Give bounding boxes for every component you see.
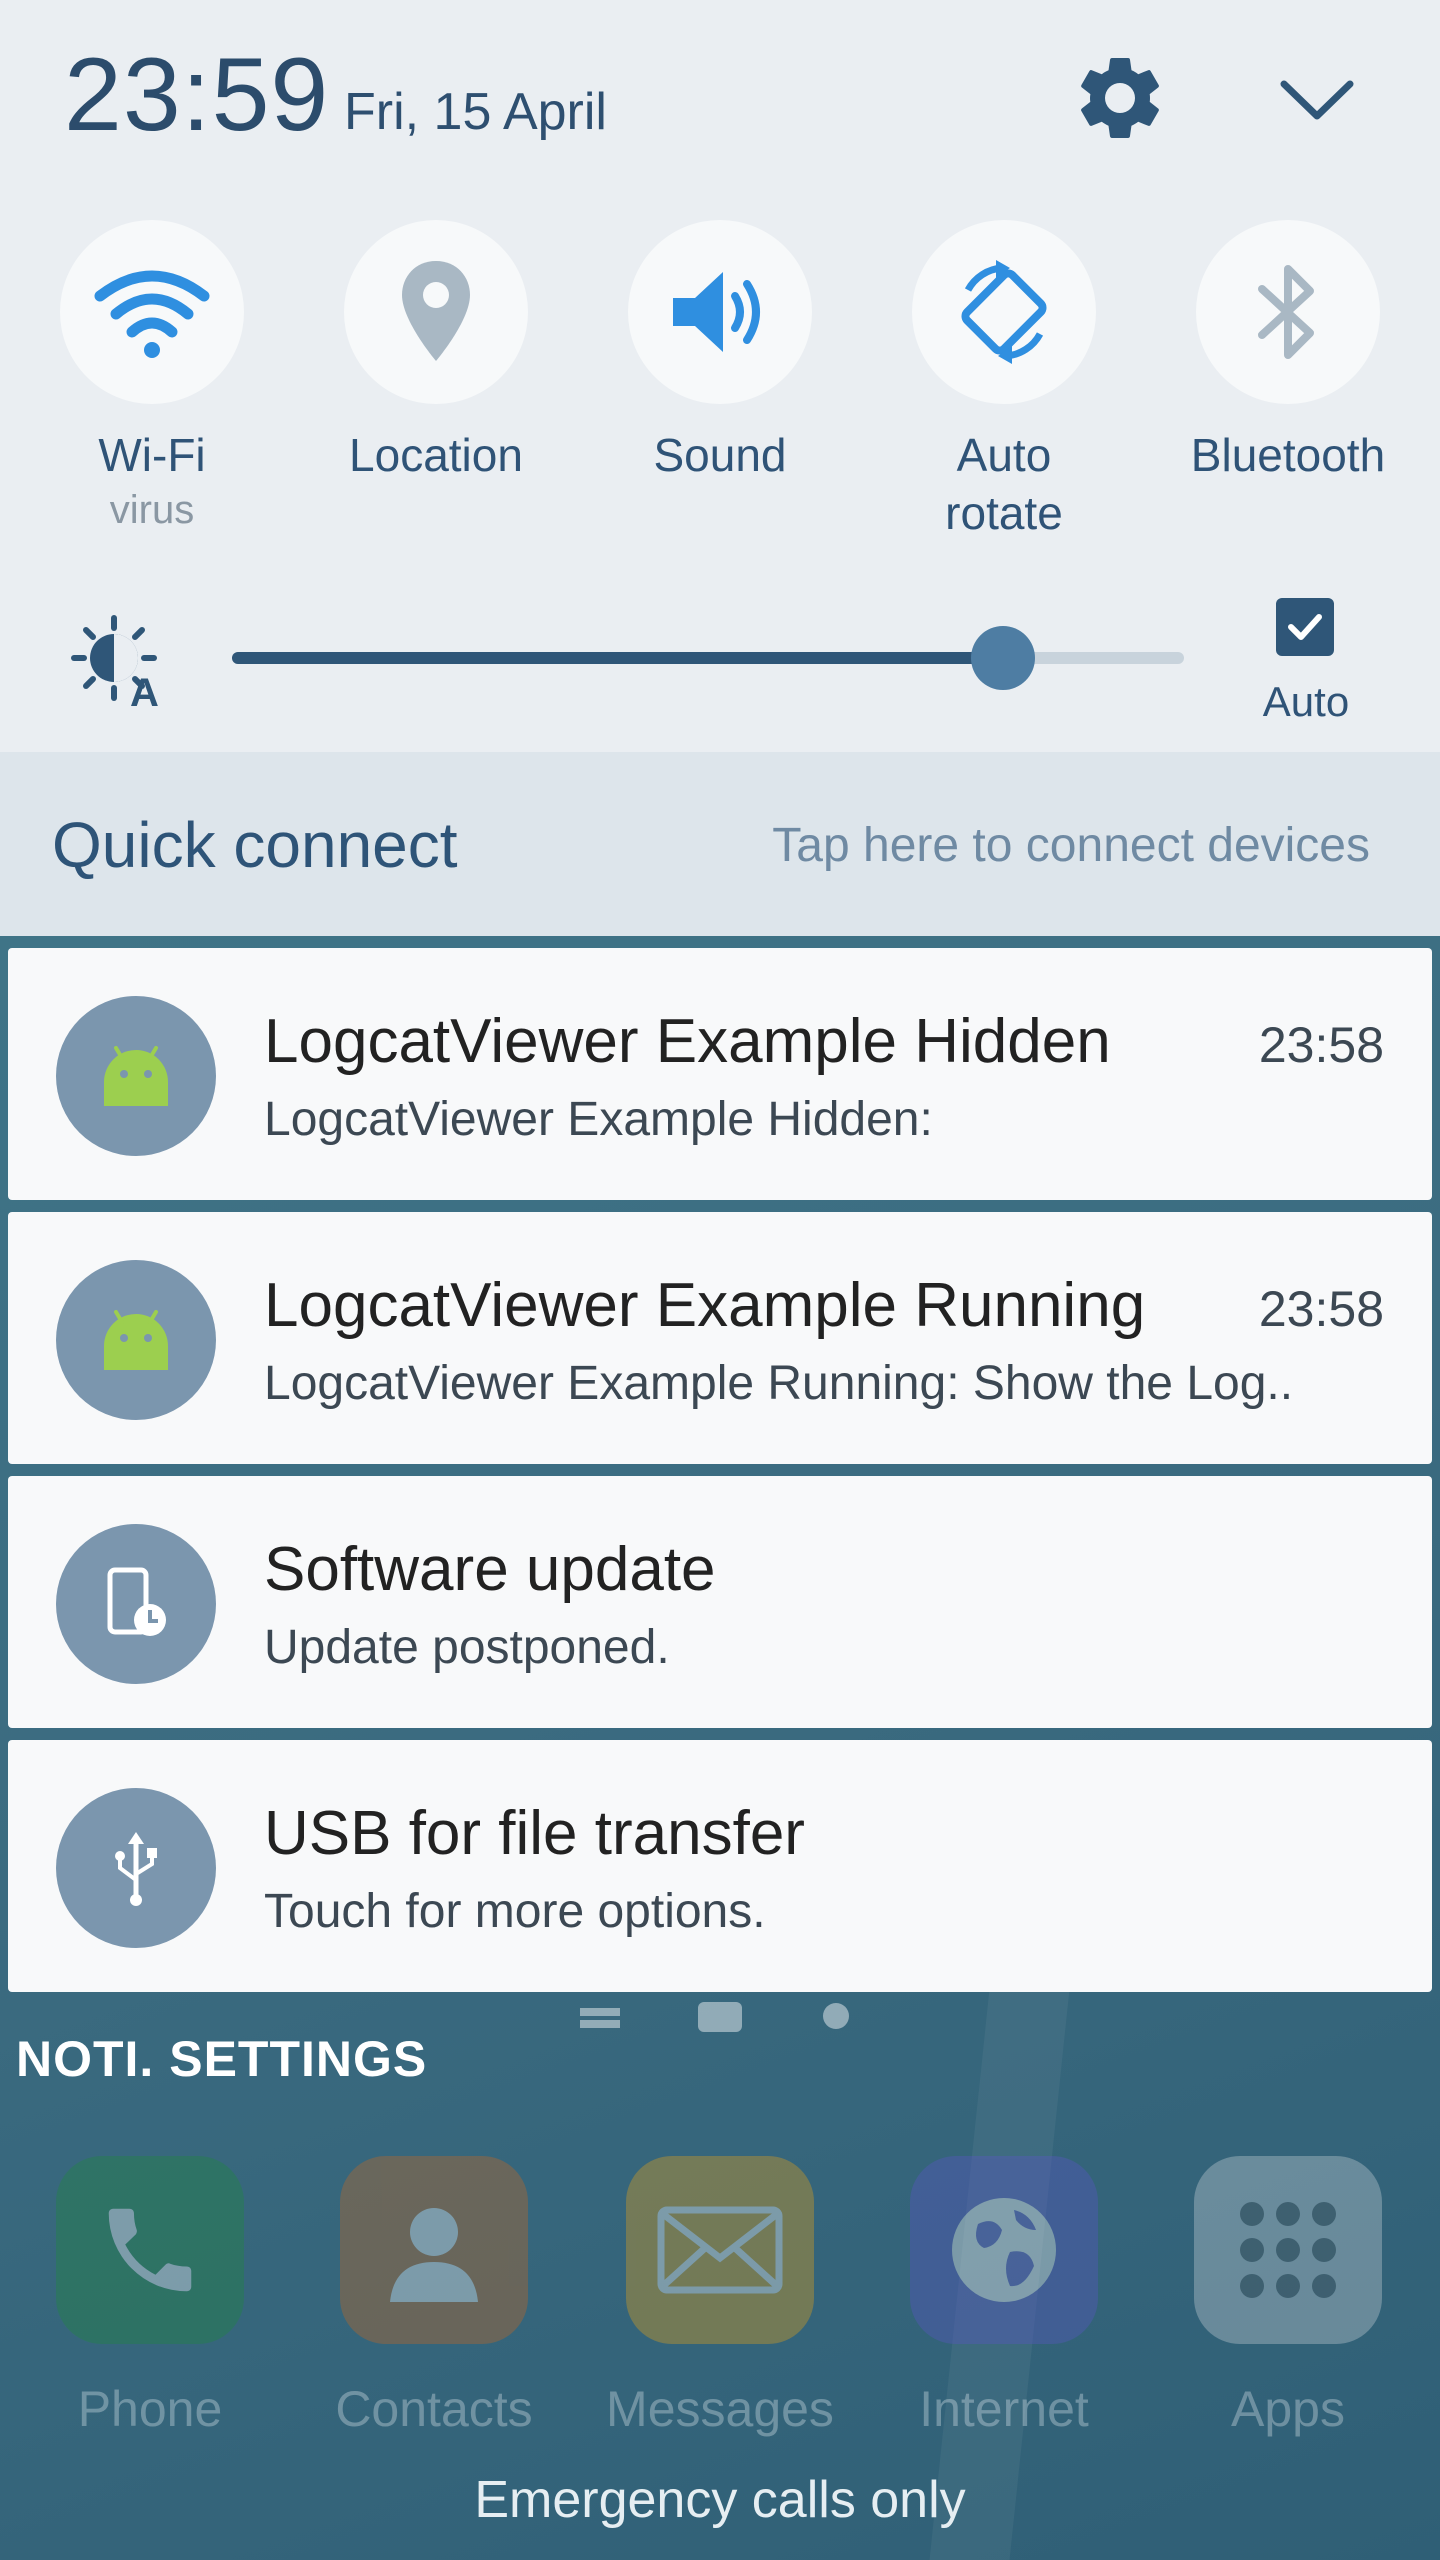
contacts-app-tile[interactable]: [340, 2156, 528, 2344]
dock-app-contacts[interactable]: Contacts: [292, 2156, 576, 2438]
software-update-icon: [107, 1567, 166, 1636]
notification-app-icon: [56, 996, 216, 1156]
toggle-bluetooth-label: Bluetooth: [1190, 429, 1386, 481]
bluetooth-icon: [1258, 265, 1314, 359]
notification-text: Update postponed.: [264, 1621, 670, 1674]
usb-icon: [115, 1832, 157, 1906]
brightness-slider[interactable]: [232, 626, 1184, 690]
toggle-sound-label: Sound: [653, 429, 787, 481]
toggle-auto-rotate[interactable]: Auto rotate: [874, 220, 1134, 542]
quick-connect-bar[interactable]: Quick connect Tap here to connect device…: [0, 752, 1440, 936]
dock-app-label: Contacts: [335, 2381, 533, 2437]
gear-icon: [1081, 57, 1159, 138]
messages-icon: [657, 2206, 783, 2294]
toggle-wifi-label: Wi-Fi: [98, 429, 206, 481]
dock-app-label: Messages: [606, 2381, 834, 2437]
notification-title: Software update: [264, 1535, 716, 1604]
notification-item[interactable]: LogcatViewer Example Running LogcatViewe…: [8, 1212, 1432, 1464]
dock-app-internet[interactable]: Internet: [862, 2156, 1146, 2438]
home-page-indicators: [580, 1996, 870, 2036]
phone-icon: [108, 2208, 192, 2292]
brightness-slider-thumb[interactable]: [971, 626, 1036, 690]
dock-app-phone[interactable]: Phone: [8, 2156, 292, 2438]
clock: 23:59: [64, 37, 330, 153]
sound-icon: [673, 272, 760, 352]
notification-settings-button[interactable]: NOTI. SETTINGS: [16, 2030, 427, 2088]
emergency-calls-status: Emergency calls only: [474, 2471, 966, 2529]
apps-app-tile[interactable]: [1194, 2156, 1382, 2344]
toggle-location-label: Location: [349, 429, 523, 481]
toggle-bluetooth[interactable]: Bluetooth: [1158, 220, 1418, 484]
notification-panel-header: 23:59 Fri, 15 April Wi-Fi virus Location…: [0, 0, 1440, 752]
auto-brightness-checkbox[interactable]: [1276, 598, 1334, 656]
toggle-wifi-button[interactable]: [60, 220, 244, 404]
android-icon: [104, 1310, 168, 1370]
toggle-sound-button[interactable]: [628, 220, 812, 404]
quick-connect-title: Quick connect: [52, 809, 458, 881]
toggle-bluetooth-button[interactable]: [1196, 220, 1380, 404]
toggle-location-button[interactable]: [344, 220, 528, 404]
internet-app-tile[interactable]: [910, 2156, 1098, 2344]
notification-item[interactable]: USB for file transfer Touch for more opt…: [8, 1740, 1432, 1992]
quick-connect-hint: Tap here to connect devices: [772, 819, 1370, 872]
brightness-slider-fill: [232, 652, 1004, 664]
notification-time: 23:58: [1258, 1281, 1384, 1337]
notification-app-icon: [56, 1788, 216, 1948]
phone-app-tile[interactable]: [56, 2156, 244, 2344]
chevron-down-icon: [1280, 80, 1354, 120]
notification-title: LogcatViewer Example Hidden: [264, 1007, 1111, 1076]
collapse-panel-button[interactable]: [1262, 50, 1372, 150]
notification-app-icon: [56, 1524, 216, 1684]
contacts-icon: [390, 2208, 478, 2302]
notification-text: LogcatViewer Example Hidden:: [264, 1093, 933, 1146]
toggle-auto-rotate-button[interactable]: [912, 220, 1096, 404]
toggle-wifi-network: virus: [109, 488, 195, 532]
apps-grid-icon: [1240, 2202, 1336, 2298]
dock-app-apps[interactable]: Apps: [1146, 2156, 1430, 2438]
toggle-sound[interactable]: Sound: [590, 220, 850, 484]
internet-icon: [952, 2198, 1056, 2302]
notification-item[interactable]: Software update Update postponed.: [8, 1476, 1432, 1728]
dock-app-label: Phone: [77, 2381, 223, 2437]
dock-app-messages[interactable]: Messages: [578, 2156, 862, 2438]
notification-app-icon: [56, 1260, 216, 1420]
checkmark-icon: [1288, 614, 1322, 640]
toggle-wifi[interactable]: Wi-Fi virus: [22, 220, 282, 533]
messages-app-tile[interactable]: [626, 2156, 814, 2344]
notification-text: Touch for more options.: [264, 1885, 766, 1938]
auto-brightness-label: Auto: [1262, 678, 1350, 725]
svg-text:A: A: [130, 671, 159, 710]
dock-app-label: Internet: [919, 2381, 1089, 2437]
auto-rotate-icon: [961, 260, 1047, 364]
date: Fri, 15 April: [344, 83, 607, 141]
android-icon: [104, 1046, 168, 1106]
toggle-location[interactable]: Location: [306, 220, 566, 484]
dock-app-label: Apps: [1231, 2381, 1345, 2437]
notification-text: LogcatViewer Example Running: Show the L…: [264, 1357, 1294, 1410]
notification-title: USB for file transfer: [264, 1799, 805, 1868]
toggle-auto-rotate-label: Auto rotate: [945, 429, 1063, 539]
notification-time: 23:58: [1258, 1017, 1384, 1073]
settings-button[interactable]: [1070, 48, 1170, 148]
notification-item[interactable]: LogcatViewer Example Hidden LogcatViewer…: [8, 948, 1432, 1200]
brightness-auto-icon: A: [70, 614, 166, 715]
wifi-icon: [94, 270, 210, 358]
notification-title: LogcatViewer Example Running: [264, 1271, 1146, 1340]
location-icon: [402, 261, 470, 361]
